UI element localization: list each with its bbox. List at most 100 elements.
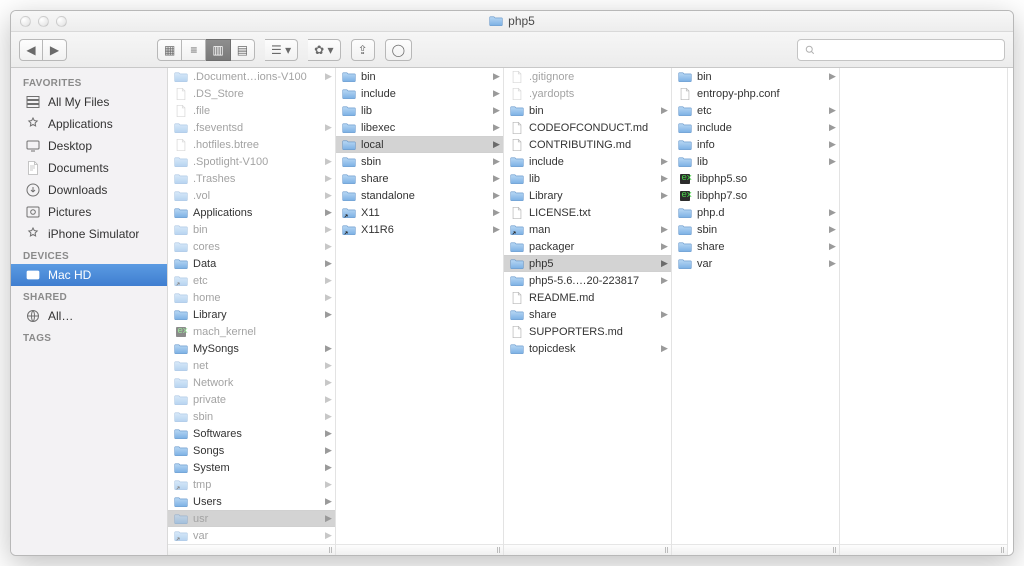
file-row[interactable]: SUPPORTERS.md (504, 323, 671, 340)
file-row[interactable]: lib▶ (336, 102, 503, 119)
file-row[interactable]: .Document…ions-V100▶ (168, 68, 335, 85)
sidebar-item-iphone-simulator[interactable]: iPhone Simulator (11, 223, 167, 245)
file-row[interactable]: bin▶ (504, 102, 671, 119)
arrange-button[interactable]: ☰ ▾ (265, 39, 298, 61)
coverflow-view-button[interactable]: ▤ (231, 39, 255, 61)
file-row[interactable]: .fseventsd▶ (168, 119, 335, 136)
file-row[interactable]: include▶ (672, 119, 839, 136)
sidebar-item-desktop[interactable]: Desktop (11, 135, 167, 157)
close-button[interactable] (20, 16, 31, 27)
file-row[interactable]: CONTRIBUTING.md (504, 136, 671, 153)
file-row[interactable]: php5-5.6.…20-223817▶ (504, 272, 671, 289)
file-row[interactable]: tmp▶ (168, 476, 335, 493)
sidebar-item-label: Documents (48, 161, 109, 175)
file-row[interactable]: Data▶ (168, 255, 335, 272)
file-row[interactable]: local▶ (336, 136, 503, 153)
sidebar-item-all-my-files[interactable]: All My Files (11, 91, 167, 113)
file-row[interactable]: .yardopts (504, 85, 671, 102)
file-name: sbin (193, 411, 320, 423)
file-row[interactable]: include▶ (336, 85, 503, 102)
file-row[interactable]: libexec▶ (336, 119, 503, 136)
file-row[interactable]: standalone▶ (336, 187, 503, 204)
column-resize-handle[interactable] (504, 544, 671, 555)
file-row[interactable]: LICENSE.txt (504, 204, 671, 221)
zoom-button[interactable] (56, 16, 67, 27)
file-row[interactable]: share▶ (672, 238, 839, 255)
sidebar-item-mac-hd[interactable]: Mac HD (11, 264, 167, 286)
search-input[interactable] (821, 44, 998, 56)
file-row[interactable]: entropy-php.conf (672, 85, 839, 102)
column-resize-handle[interactable] (168, 544, 335, 555)
file-row[interactable]: net▶ (168, 357, 335, 374)
file-row[interactable]: MySongs▶ (168, 340, 335, 357)
share-button[interactable]: ⇪ (351, 39, 375, 61)
file-row[interactable]: bin▶ (168, 221, 335, 238)
file-row[interactable]: sbin▶ (336, 153, 503, 170)
file-row[interactable]: cores▶ (168, 238, 335, 255)
column-resize-handle[interactable] (336, 544, 503, 555)
sidebar-item-pictures[interactable]: Pictures (11, 201, 167, 223)
file-row[interactable]: System▶ (168, 459, 335, 476)
forward-button[interactable]: ▶ (43, 39, 67, 61)
file-row[interactable]: usr▶ (168, 510, 335, 527)
file-row[interactable]: Softwares▶ (168, 425, 335, 442)
file-row[interactable]: etc▶ (672, 102, 839, 119)
file-row[interactable]: Songs▶ (168, 442, 335, 459)
list-view-button[interactable]: ≡ (182, 39, 206, 61)
file-row[interactable]: lib▶ (672, 153, 839, 170)
sidebar-item-downloads[interactable]: Downloads (11, 179, 167, 201)
file-row[interactable]: .Spotlight-V100▶ (168, 153, 335, 170)
file-row[interactable]: Library▶ (168, 306, 335, 323)
file-row[interactable]: CODEOFCONDUCT.md (504, 119, 671, 136)
file-row[interactable]: .hotfiles.btree (168, 136, 335, 153)
file-row[interactable]: sbin▶ (168, 408, 335, 425)
file-row[interactable]: bin▶ (336, 68, 503, 85)
file-row[interactable]: share▶ (336, 170, 503, 187)
column-view-button[interactable]: ▥ (206, 39, 230, 61)
file-row[interactable]: include▶ (504, 153, 671, 170)
minimize-button[interactable] (38, 16, 49, 27)
sidebar-item-documents[interactable]: Documents (11, 157, 167, 179)
file-row[interactable]: README.md (504, 289, 671, 306)
file-row[interactable]: home▶ (168, 289, 335, 306)
file-row[interactable]: .Trashes▶ (168, 170, 335, 187)
folder-icon (342, 138, 356, 152)
icon-view-button[interactable]: ▦ (157, 39, 182, 61)
file-row[interactable]: .file (168, 102, 335, 119)
sidebar-item-label: All My Files (48, 95, 109, 109)
file-row[interactable]: php5▶ (504, 255, 671, 272)
file-row[interactable]: info▶ (672, 136, 839, 153)
file-row[interactable]: Applications▶ (168, 204, 335, 221)
file-row[interactable]: lib▶ (504, 170, 671, 187)
file-row[interactable]: mach_kernel (168, 323, 335, 340)
column-resize-handle[interactable] (840, 544, 1007, 555)
action-button[interactable]: ✿ ▾ (308, 39, 340, 61)
file-row[interactable]: libphp7.so (672, 187, 839, 204)
sidebar-item-all-[interactable]: All… (11, 305, 167, 327)
file-row[interactable]: X11▶ (336, 204, 503, 221)
sidebar-item-applications[interactable]: Applications (11, 113, 167, 135)
file-row[interactable]: libphp5.so (672, 170, 839, 187)
file-row[interactable]: .vol▶ (168, 187, 335, 204)
file-row[interactable]: share▶ (504, 306, 671, 323)
file-row[interactable]: private▶ (168, 391, 335, 408)
file-row[interactable]: bin▶ (672, 68, 839, 85)
file-row[interactable]: man▶ (504, 221, 671, 238)
file-row[interactable]: Network▶ (168, 374, 335, 391)
file-row[interactable]: X11R6▶ (336, 221, 503, 238)
file-row[interactable]: Library▶ (504, 187, 671, 204)
file-row[interactable]: etc▶ (168, 272, 335, 289)
file-row[interactable]: topicdesk▶ (504, 340, 671, 357)
file-row[interactable]: .DS_Store (168, 85, 335, 102)
file-row[interactable]: var▶ (672, 255, 839, 272)
file-row[interactable]: php.d▶ (672, 204, 839, 221)
column-resize-handle[interactable] (672, 544, 839, 555)
file-row[interactable]: Users▶ (168, 493, 335, 510)
file-row[interactable]: packager▶ (504, 238, 671, 255)
search-field[interactable] (797, 39, 1005, 61)
file-row[interactable]: sbin▶ (672, 221, 839, 238)
file-row[interactable]: var▶ (168, 527, 335, 544)
back-button[interactable]: ◀ (19, 39, 43, 61)
file-row[interactable]: .gitignore (504, 68, 671, 85)
tags-button[interactable]: ◯ (385, 39, 412, 61)
